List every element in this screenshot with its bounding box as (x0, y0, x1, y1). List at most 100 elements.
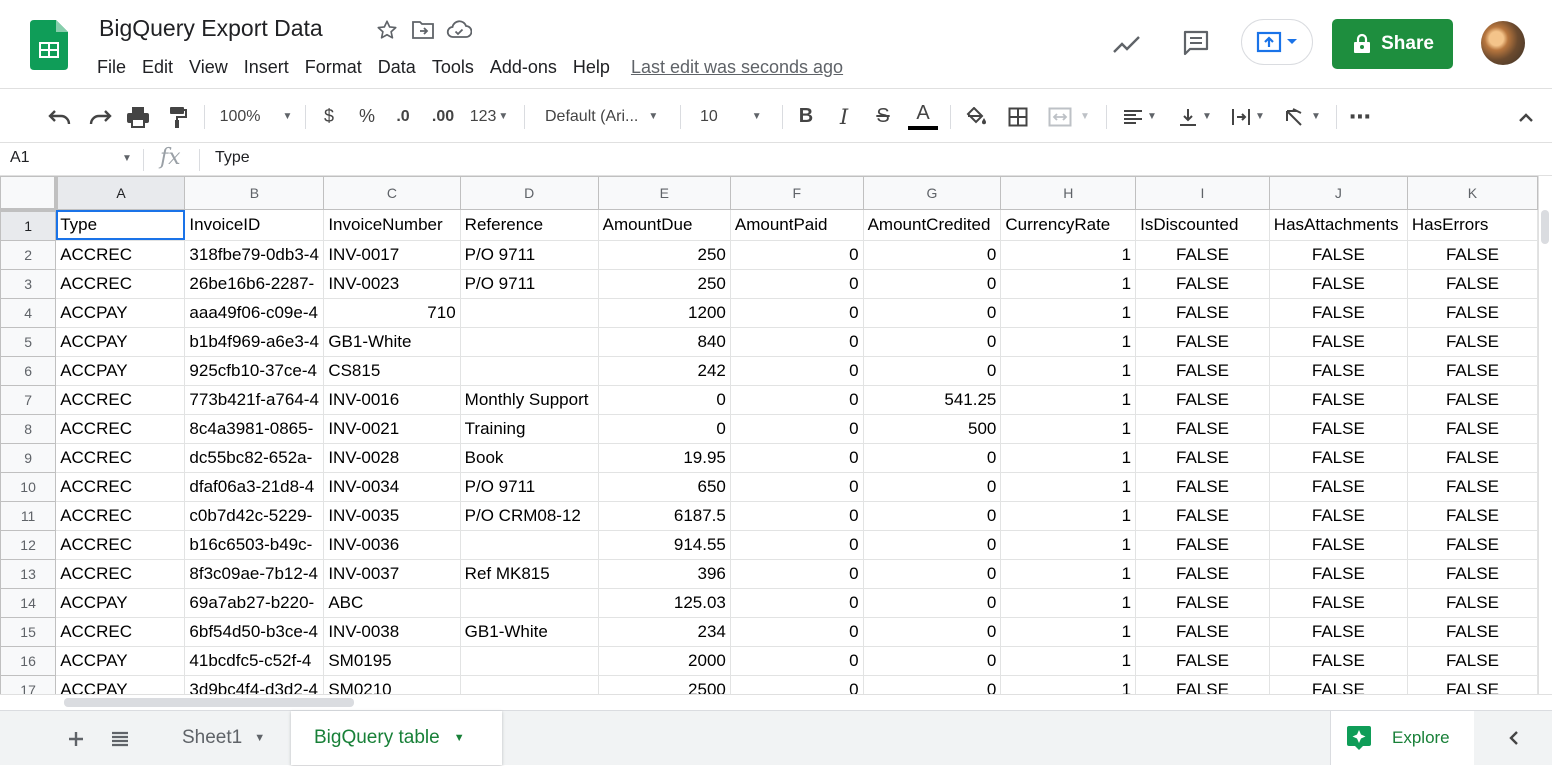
cell-c10[interactable]: INV-0034 (323, 471, 461, 502)
last-edit-link[interactable]: Last edit was seconds ago (631, 54, 843, 80)
cell-b16[interactable]: 41bcdfc5-c52f-4 (184, 645, 325, 676)
cell-f8[interactable]: 0 (729, 413, 864, 444)
cell-c4[interactable]: 710 (323, 297, 461, 328)
column-header-c[interactable]: C (323, 176, 461, 210)
chevron-down-icon[interactable]: ▼ (122, 153, 132, 164)
cell-b14[interactable]: 69a7ab27-b220- (184, 587, 325, 618)
cell-d12[interactable] (459, 529, 599, 560)
row-header[interactable]: 2 (0, 239, 57, 270)
cell-b13[interactable]: 8f3c09ae-7b12-4 (184, 558, 325, 589)
cell-h1[interactable]: CurrencyRate (1000, 209, 1137, 241)
sheet-tab-bigquery-table[interactable]: BigQuery table ▼ (291, 711, 502, 765)
horizontal-scroll-thumb[interactable] (64, 698, 354, 707)
zoom-select[interactable]: 100% ▼ (214, 89, 298, 144)
cell-h7[interactable]: 1 (1000, 384, 1137, 415)
cell-i12[interactable]: FALSE (1135, 529, 1270, 560)
cell-g11[interactable]: 0 (862, 500, 1002, 531)
font-size-select[interactable]: 10 ▼ (690, 89, 774, 144)
cell-h13[interactable]: 1 (1000, 558, 1137, 589)
cell-a1[interactable]: Type (55, 209, 186, 241)
select-all-corner[interactable] (0, 176, 58, 212)
column-header-i[interactable]: I (1135, 176, 1270, 210)
cell-j1[interactable]: HasAttachments (1268, 209, 1408, 241)
name-box[interactable]: A1 (10, 149, 30, 167)
cell-g14[interactable]: 0 (862, 587, 1002, 618)
cell-g3[interactable]: 0 (862, 268, 1002, 299)
increase-decimal-button[interactable]: .00 (426, 89, 460, 144)
strikethrough-button[interactable]: S (869, 89, 897, 144)
row-header[interactable]: 7 (0, 384, 57, 415)
cell-j14[interactable]: FALSE (1268, 587, 1408, 618)
cell-f2[interactable]: 0 (729, 239, 864, 270)
cell-k10[interactable]: FALSE (1406, 471, 1538, 502)
cell-g1[interactable]: AmountCredited (862, 209, 1002, 241)
cell-h12[interactable]: 1 (1000, 529, 1137, 560)
cell-a4[interactable]: ACCPAY (55, 297, 186, 328)
bold-button[interactable]: B (792, 89, 820, 144)
cell-b3[interactable]: 26be16b6-2287- (184, 268, 325, 299)
row-header[interactable]: 11 (0, 500, 57, 531)
cell-c9[interactable]: INV-0028 (323, 442, 461, 473)
all-sheets-menu-icon[interactable] (106, 711, 134, 766)
cell-k11[interactable]: FALSE (1406, 500, 1538, 531)
cell-f14[interactable]: 0 (729, 587, 864, 618)
cell-i8[interactable]: FALSE (1135, 413, 1270, 444)
cell-e13[interactable]: 396 (597, 558, 731, 589)
cell-k17[interactable]: FALSE (1406, 674, 1538, 694)
row-header[interactable]: 15 (0, 616, 57, 647)
cell-i1[interactable]: IsDiscounted (1135, 209, 1270, 241)
cell-k1[interactable]: HasErrors (1406, 209, 1538, 241)
text-rotation-icon[interactable]: ▼ (1280, 89, 1326, 144)
cell-f6[interactable]: 0 (729, 355, 864, 386)
cell-i2[interactable]: FALSE (1135, 239, 1270, 270)
move-to-folder-icon[interactable] (410, 17, 436, 43)
document-title[interactable]: BigQuery Export Data (99, 15, 323, 42)
cell-c14[interactable]: ABC (323, 587, 461, 618)
cell-h3[interactable]: 1 (1000, 268, 1137, 299)
cell-g16[interactable]: 0 (862, 645, 1002, 676)
cell-e11[interactable]: 6187.5 (597, 500, 731, 531)
cell-a9[interactable]: ACCREC (55, 442, 186, 473)
column-header-b[interactable]: B (184, 176, 325, 210)
cell-i3[interactable]: FALSE (1135, 268, 1270, 299)
cell-d17[interactable] (459, 674, 599, 694)
cell-b4[interactable]: aaa49f06-c09e-4 (184, 297, 325, 328)
add-sheet-plus-icon[interactable] (62, 711, 90, 766)
horizontal-align-icon[interactable]: ▼ (1118, 89, 1162, 144)
cell-a5[interactable]: ACCPAY (55, 326, 186, 357)
cell-e12[interactable]: 914.55 (597, 529, 731, 560)
cell-g17[interactable]: 0 (862, 674, 1002, 694)
cell-d16[interactable] (459, 645, 599, 676)
cell-c16[interactable]: SM0195 (323, 645, 461, 676)
cell-e14[interactable]: 125.03 (597, 587, 731, 618)
cell-f12[interactable]: 0 (729, 529, 864, 560)
cell-d1[interactable]: Reference (459, 209, 599, 241)
cell-i14[interactable]: FALSE (1135, 587, 1270, 618)
cell-c2[interactable]: INV-0017 (323, 239, 461, 270)
cell-f7[interactable]: 0 (729, 384, 864, 415)
star-icon[interactable] (374, 17, 400, 43)
cell-k9[interactable]: FALSE (1406, 442, 1538, 473)
vertical-scroll-thumb[interactable] (1541, 210, 1549, 244)
cell-f10[interactable]: 0 (729, 471, 864, 502)
cell-g13[interactable]: 0 (862, 558, 1002, 589)
cell-h4[interactable]: 1 (1000, 297, 1137, 328)
menu-help[interactable]: Help (565, 54, 618, 80)
cell-k15[interactable]: FALSE (1406, 616, 1538, 647)
row-header[interactable]: 14 (0, 587, 57, 618)
cell-g5[interactable]: 0 (862, 326, 1002, 357)
cell-a7[interactable]: ACCREC (55, 384, 186, 415)
cell-b9[interactable]: dc55bc82-652a- (184, 442, 325, 473)
cell-a17[interactable]: ACCPAY (55, 674, 186, 694)
cell-b7[interactable]: 773b421f-a764-4 (184, 384, 325, 415)
menu-view[interactable]: View (181, 54, 236, 80)
column-header-j[interactable]: J (1268, 176, 1408, 210)
cell-e15[interactable]: 234 (597, 616, 731, 647)
cell-c3[interactable]: INV-0023 (323, 268, 461, 299)
cell-i4[interactable]: FALSE (1135, 297, 1270, 328)
cell-g2[interactable]: 0 (862, 239, 1002, 270)
cell-k16[interactable]: FALSE (1406, 645, 1538, 676)
cell-d3[interactable]: P/O 9711 (459, 268, 599, 299)
present-button[interactable] (1241, 19, 1313, 65)
cell-i5[interactable]: FALSE (1135, 326, 1270, 357)
